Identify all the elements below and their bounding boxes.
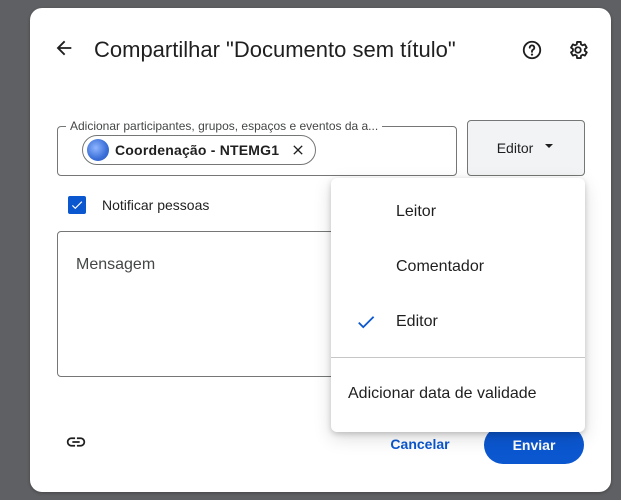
copy-link-button[interactable]	[64, 432, 88, 456]
notify-row: Notificar pessoas	[68, 196, 209, 214]
help-button[interactable]	[520, 40, 544, 64]
help-icon	[521, 39, 543, 66]
menu-expiry-label: Adicionar data de validade	[348, 385, 537, 402]
notify-checkbox[interactable]	[68, 196, 86, 214]
link-icon	[65, 431, 87, 458]
role-select[interactable]: Editor	[467, 120, 585, 176]
menu-item-add-expiry[interactable]: Adicionar data de validade	[331, 368, 585, 420]
menu-item-editor[interactable]: Editor	[331, 296, 585, 348]
settings-button[interactable]	[566, 40, 590, 64]
notify-label: Notificar pessoas	[102, 197, 210, 213]
message-placeholder: Mensagem	[76, 256, 156, 273]
recipient-chip[interactable]: Coordenação - NTEMG1	[82, 135, 317, 165]
role-select-label: Editor	[496, 140, 534, 156]
arrow-back-icon	[53, 37, 75, 64]
share-field-label: Adicionar participantes, grupos, espaços…	[66, 119, 383, 133]
recipient-chip-label: Coordenação - NTEMG1	[115, 142, 280, 158]
dialog-title: Compartilhar "Documento sem título"	[94, 37, 456, 62]
menu-item-label: Leitor	[396, 203, 437, 220]
role-dropdown-menu: Leitor Comentador Editor Adicionar data …	[331, 178, 585, 432]
close-icon[interactable]	[289, 141, 307, 159]
menu-divider	[331, 357, 585, 358]
menu-item-label: Editor	[396, 313, 438, 330]
menu-item-comentador[interactable]: Comentador	[331, 241, 585, 293]
dropdown-arrow-icon	[543, 139, 555, 157]
back-button[interactable]	[52, 36, 76, 64]
gear-icon	[567, 39, 589, 66]
menu-item-leitor[interactable]: Leitor	[331, 186, 585, 238]
check-icon	[355, 311, 377, 333]
avatar	[87, 139, 109, 161]
share-recipients-field[interactable]: Adicionar participantes, grupos, espaços…	[57, 119, 457, 176]
menu-item-label: Comentador	[396, 258, 485, 275]
